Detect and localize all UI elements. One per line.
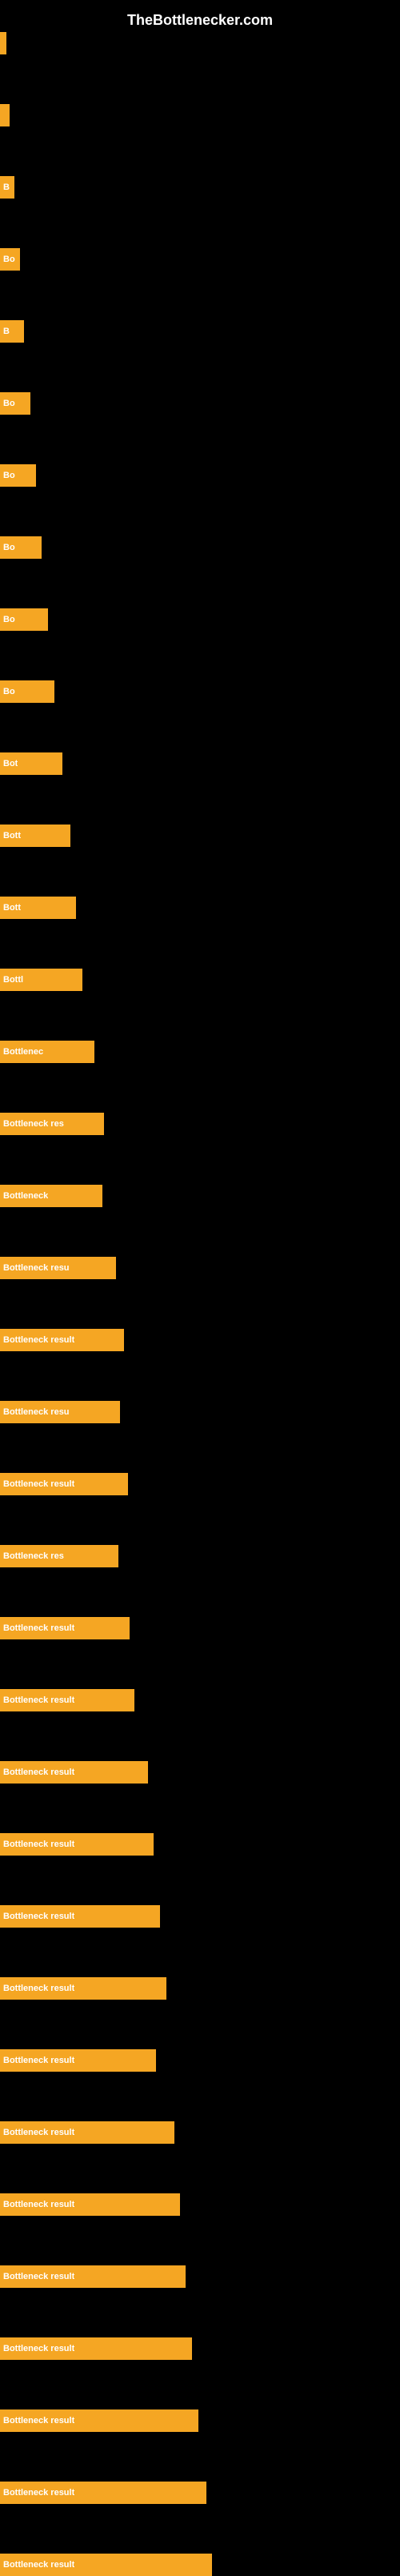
bar-item: Bottleneck res [0,1113,104,1135]
bar-label: Bottleneck result [3,1479,74,1489]
bar-label: Bott [3,831,21,841]
bar-label: Bottl [3,975,23,985]
bar-item: Bottleneck [0,1185,102,1207]
bar-label: Bottleneck resu [3,1263,70,1273]
bar-label: Bottleneck result [3,1912,74,1921]
bar-item: Bottleneck result [0,2121,174,2144]
bar-label: Bottleneck res [3,1119,64,1129]
bar-label: Bottleneck result [3,2416,74,2426]
bar-label: Bottleneck result [3,2200,74,2209]
bar-label: Bottleneck result [3,2488,74,2498]
bar-label: Bottleneck [3,1191,48,1201]
bar-label: Bottleneck res [3,1551,64,1561]
bar-label: Bott [3,903,21,913]
bar-label: Bottleneck result [3,2344,74,2353]
bar-item: Bottleneck resu [0,1401,120,1423]
bar-label: Bottleneck result [3,1984,74,1993]
bar-item: Bottleneck result [0,1329,124,1351]
bar-item: Bottleneck result [0,2337,192,2360]
bar-item: Bo [0,536,42,559]
bar-item: Bottleneck result [0,1761,148,1784]
bar-item [0,32,6,54]
bar-item: Bo [0,608,48,631]
bar-label: Bot [3,759,18,768]
bar-label: Bo [3,255,15,264]
bar-item: Bottleneck result [0,1473,128,1495]
bar-label: B [3,327,10,336]
bar-label: Bo [3,687,15,696]
bar-item: Bottleneck result [0,1833,154,1856]
bar-label: Bottleneck result [3,1623,74,1633]
bar-item: Bott [0,825,70,847]
bar-item: Bottleneck result [0,2554,212,2576]
bar-item: Bottleneck result [0,2265,186,2288]
bar-item: B [0,176,14,199]
bar-label: Bottleneck resu [3,1407,70,1417]
bar-label: Bottlenec [3,1047,43,1057]
bar-label: Bo [3,399,15,408]
bar-label: B [3,183,10,192]
bar-item: Bo [0,392,30,415]
bar-item: Bottleneck result [0,2193,180,2216]
bar-item: Bottleneck result [0,1977,166,2000]
bar-item: Bottleneck result [0,1617,130,1639]
bar-label: Bottleneck result [3,1767,74,1777]
bar-item: Bo [0,248,20,271]
bar-item: Bottleneck result [0,2409,198,2432]
bar-item: Bottleneck result [0,2482,206,2504]
bar-label: Bottleneck result [3,1335,74,1345]
bar-label: Bottleneck result [3,1840,74,1849]
bar-item: Bo [0,680,54,703]
bar-label: Bottleneck result [3,1695,74,1705]
bar-item: Bottleneck result [0,2049,156,2072]
bar-item: Bottlenec [0,1041,94,1063]
bar-item: Bottl [0,969,82,991]
bar-label: Bottleneck result [3,2056,74,2065]
bar-item: Bottleneck res [0,1545,118,1567]
site-title: TheBottlenecker.com [0,4,400,33]
bar-label: Bottleneck result [3,2128,74,2137]
bar-item: Bot [0,752,62,775]
bar-label: Bo [3,471,15,480]
bar-item: Bottleneck result [0,1689,134,1711]
bar-label: Bo [3,543,15,552]
bar-label: Bo [3,615,15,624]
bar-item: Bott [0,897,76,919]
bar-item [0,104,10,126]
bar-item: Bo [0,464,36,487]
bar-label: Bottleneck result [3,2272,74,2281]
bar-item: Bottleneck result [0,1905,160,1928]
bar-item: B [0,320,24,343]
bar-item: Bottleneck resu [0,1257,116,1279]
